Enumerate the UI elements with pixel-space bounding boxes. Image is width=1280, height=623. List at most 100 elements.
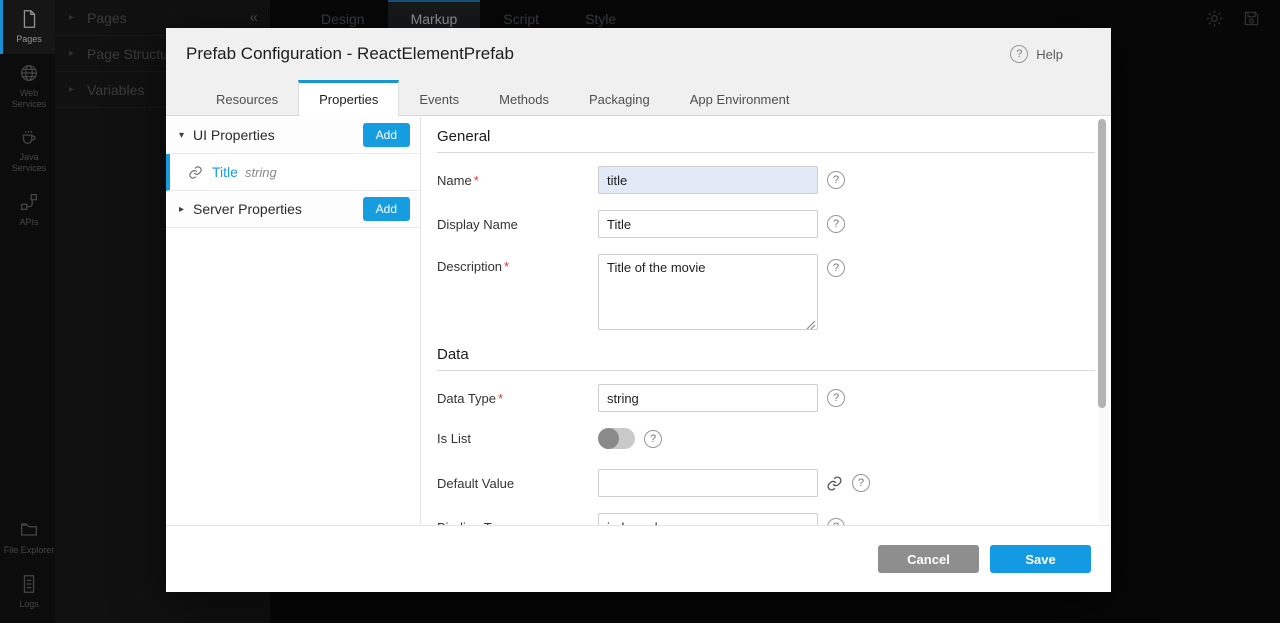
- help-circle-icon: ?: [1010, 45, 1028, 63]
- link-icon: [188, 165, 203, 180]
- caret-right-icon: ▸: [179, 204, 193, 215]
- data-type-input[interactable]: [598, 384, 818, 412]
- label-text: Data Type: [437, 391, 496, 406]
- property-form: General Name* ? Display Name ? Descripti…: [421, 117, 1111, 525]
- is-list-field-row: Is List ?: [437, 428, 1095, 449]
- tab-label: Resources: [216, 92, 278, 107]
- globe-icon: [18, 62, 40, 84]
- rail-bottom-group: File Explorer Logs: [0, 511, 55, 619]
- general-section-heading: General: [437, 128, 1095, 153]
- rail-item-label: Pages: [16, 34, 42, 45]
- tab-label: Packaging: [589, 92, 650, 107]
- binding-type-help-icon[interactable]: ?: [827, 518, 845, 525]
- description-textarea[interactable]: Title of the movie: [598, 254, 818, 330]
- rail-item-web-services[interactable]: Web Services: [0, 54, 55, 119]
- property-item-title[interactable]: Title string: [166, 154, 420, 191]
- caret-right-icon: ▸: [69, 12, 74, 23]
- explorer-section-label: Variables: [87, 82, 144, 98]
- name-help-icon[interactable]: ?: [827, 171, 845, 189]
- tab-label: Script: [503, 11, 539, 27]
- tab-packaging[interactable]: Packaging: [569, 80, 670, 115]
- server-properties-label: Server Properties: [193, 201, 302, 217]
- bind-value-link-icon[interactable]: [826, 475, 843, 492]
- tab-label: App Environment: [690, 92, 790, 107]
- rail-item-logs[interactable]: Logs: [0, 565, 55, 619]
- dialog-title: Prefab Configuration - ReactElementPrefa…: [186, 44, 514, 64]
- required-marker: *: [498, 391, 503, 406]
- name-input[interactable]: [598, 166, 818, 194]
- label-text: Name: [437, 173, 472, 188]
- ui-properties-header[interactable]: ▾ UI Properties Add: [166, 117, 420, 154]
- dialog-scrollbar-thumb[interactable]: [1098, 119, 1106, 408]
- ui-properties-label: UI Properties: [193, 127, 275, 143]
- rail-item-pages[interactable]: Pages: [0, 0, 55, 54]
- tab-label: Design: [321, 11, 365, 27]
- add-ui-property-button[interactable]: Add: [363, 123, 410, 147]
- caret-down-icon: ▾: [179, 130, 193, 141]
- display-name-help-icon[interactable]: ?: [827, 215, 845, 233]
- server-properties-header[interactable]: ▸ Server Properties Add: [166, 191, 420, 228]
- name-field-row: Name* ?: [437, 166, 1095, 194]
- binding-type-field-row: Binding Type in-bound ?: [437, 513, 1095, 525]
- cancel-button[interactable]: Cancel: [878, 545, 979, 573]
- rail-item-java-services[interactable]: Java Services: [0, 118, 55, 183]
- default-value-help-icon[interactable]: ?: [852, 474, 870, 492]
- tab-label: Markup: [411, 11, 458, 27]
- nodes-icon: [18, 191, 40, 213]
- required-marker: *: [474, 173, 479, 188]
- description-field-row: Description* Title of the movie ?: [437, 254, 1095, 330]
- add-server-property-button[interactable]: Add: [363, 197, 410, 221]
- data-type-help-icon[interactable]: ?: [827, 389, 845, 407]
- data-type-field-row: Data Type* ?: [437, 384, 1095, 412]
- is-list-label: Is List: [437, 431, 598, 446]
- tab-label: Events: [419, 92, 459, 107]
- default-value-label: Default Value: [437, 476, 598, 491]
- rail-item-apis[interactable]: APIs: [0, 183, 55, 237]
- data-type-label: Data Type*: [437, 391, 598, 406]
- dialog-tab-bar: Resources Properties Events Methods Pack…: [166, 80, 1111, 116]
- help-link[interactable]: ? Help: [1010, 45, 1063, 63]
- toggle-knob: [598, 428, 619, 449]
- caret-right-icon: ▸: [69, 48, 74, 59]
- coffee-icon: [18, 126, 40, 148]
- tab-resources[interactable]: Resources: [196, 80, 298, 115]
- save-icon[interactable]: [1241, 8, 1262, 29]
- properties-list-panel: ▾ UI Properties Add Title string ▸ Serve…: [166, 117, 421, 525]
- is-list-help-icon[interactable]: ?: [644, 430, 662, 448]
- dialog-footer: Cancel Save: [166, 525, 1111, 592]
- description-label: Description*: [437, 259, 598, 274]
- data-section-heading: Data: [437, 346, 1095, 371]
- prefab-configuration-dialog: Prefab Configuration - ReactElementPrefa…: [166, 28, 1111, 592]
- is-list-toggle[interactable]: [598, 428, 635, 449]
- ide-screen: Pages Web Services Java Services APIs Fi…: [0, 0, 1280, 623]
- help-label: Help: [1036, 47, 1063, 62]
- binding-type-select[interactable]: in-bound: [598, 513, 818, 525]
- required-marker: *: [504, 259, 509, 274]
- left-icon-rail: Pages Web Services Java Services APIs Fi…: [0, 0, 55, 623]
- tab-label: Methods: [499, 92, 549, 107]
- explorer-section-label: Pages: [87, 10, 127, 26]
- topbar-actions: [1204, 0, 1280, 36]
- save-button[interactable]: Save: [990, 545, 1091, 573]
- dialog-scrollbar-track[interactable]: [1099, 117, 1109, 525]
- tab-methods[interactable]: Methods: [479, 80, 569, 115]
- rail-item-file-explorer[interactable]: File Explorer: [0, 511, 55, 565]
- tab-label: Style: [585, 11, 616, 27]
- display-name-field-row: Display Name ?: [437, 210, 1095, 238]
- collapse-panel-icon[interactable]: «: [250, 9, 258, 26]
- property-type: string: [245, 165, 277, 180]
- dialog-body: ▾ UI Properties Add Title string ▸ Serve…: [166, 117, 1111, 525]
- tab-properties[interactable]: Properties: [298, 80, 399, 116]
- folder-icon: [18, 519, 40, 541]
- default-value-input[interactable]: [598, 469, 818, 497]
- tab-label: Properties: [319, 92, 378, 107]
- display-name-input[interactable]: [598, 210, 818, 238]
- rail-item-label: File Explorer: [4, 545, 55, 556]
- tab-events[interactable]: Events: [399, 80, 479, 115]
- tab-app-environment[interactable]: App Environment: [670, 80, 810, 115]
- description-help-icon[interactable]: ?: [827, 259, 845, 277]
- rail-item-label: Web Services: [3, 88, 55, 110]
- gear-icon[interactable]: [1204, 8, 1225, 29]
- page-icon: [18, 8, 40, 30]
- name-label: Name*: [437, 173, 598, 188]
